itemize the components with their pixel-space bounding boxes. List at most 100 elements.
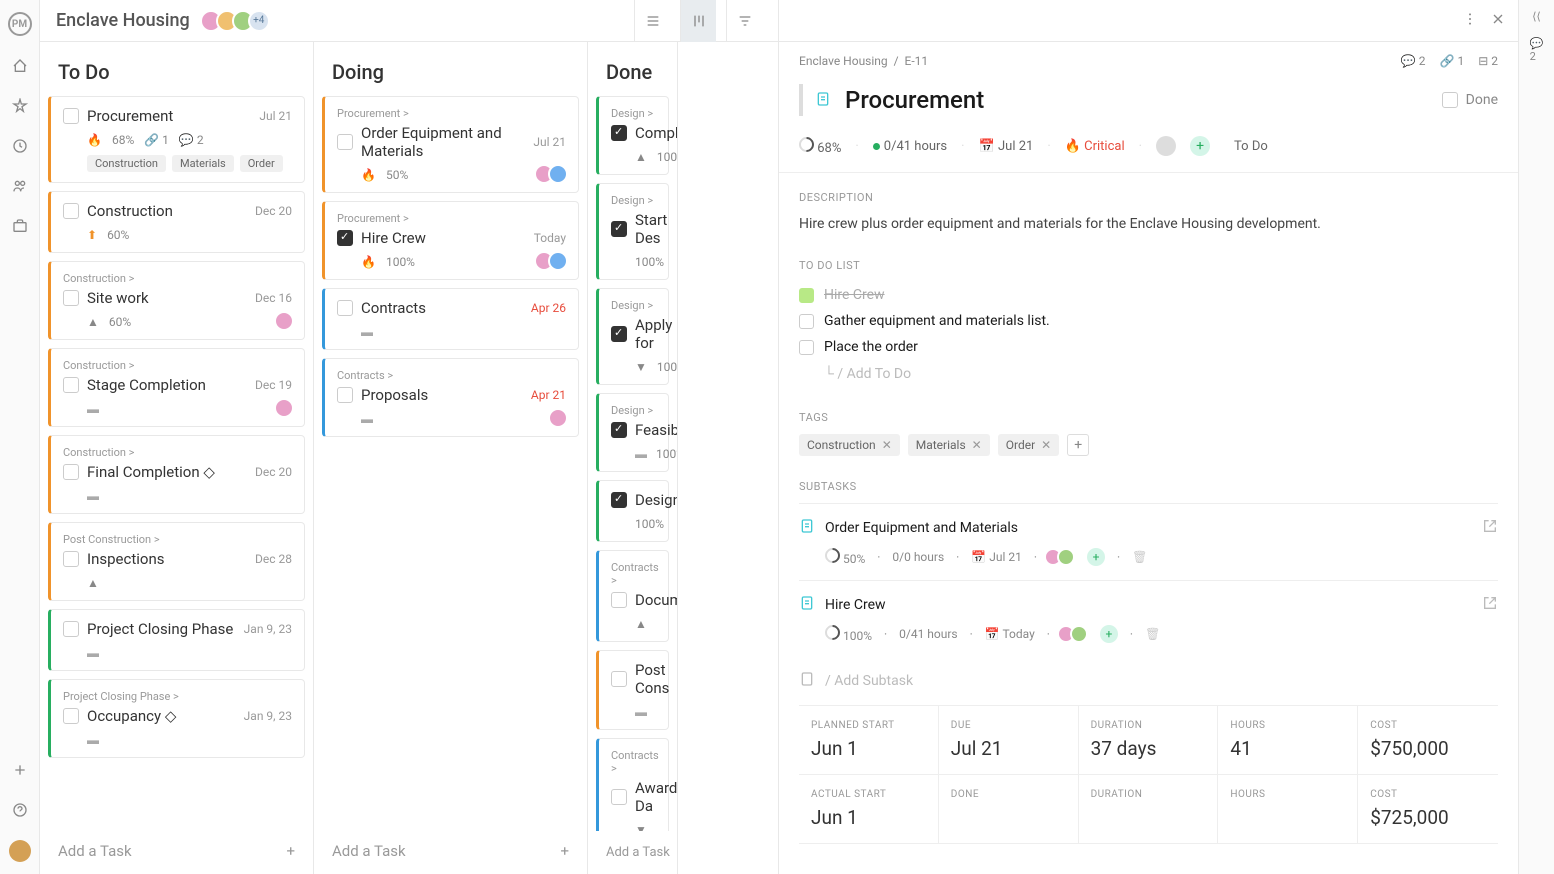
task-card[interactable]: Contracts >ProposalsApr 21▬: [322, 358, 579, 437]
tag-chip[interactable]: Materials✕: [908, 434, 990, 456]
user-avatar[interactable]: [9, 840, 31, 862]
parent-link[interactable]: Construction >: [63, 446, 292, 459]
comments-icon[interactable]: 💬2: [1530, 37, 1544, 63]
task-checkbox[interactable]: [63, 551, 79, 567]
task-checkbox[interactable]: [611, 326, 627, 342]
description-text[interactable]: Hire crew plus order equipment and mater…: [799, 214, 1498, 235]
task-card[interactable]: Design >Complete▲100%: [596, 96, 669, 175]
task-checkbox[interactable]: [63, 377, 79, 393]
parent-link[interactable]: Design >: [611, 107, 656, 120]
comments-count[interactable]: 💬 2: [1401, 54, 1426, 68]
task-checkbox[interactable]: [63, 464, 79, 480]
add-tag-button[interactable]: +: [1067, 434, 1089, 456]
plus-icon[interactable]: [10, 760, 30, 780]
parent-link[interactable]: Design >: [611, 299, 656, 312]
task-card[interactable]: ProcurementJul 21🔥68%🔗 1💬 2ConstructionM…: [48, 96, 305, 183]
open-subtask-icon[interactable]: [1482, 595, 1498, 615]
parent-link[interactable]: Procurement >: [337, 107, 566, 120]
stat-cell[interactable]: Cost$725,000: [1358, 775, 1498, 844]
task-card[interactable]: Project Closing Phase >Occupancy ◇Jan 9,…: [48, 679, 305, 758]
task-card[interactable]: ContractsApr 26▬: [322, 288, 579, 350]
task-checkbox[interactable]: [337, 230, 353, 246]
progress-pct[interactable]: 68%: [799, 137, 841, 156]
task-checkbox[interactable]: [337, 387, 353, 403]
subtasks-count[interactable]: ⊟ 2: [1478, 54, 1498, 68]
hours[interactable]: 0/41 hours: [873, 139, 947, 154]
task-checkbox[interactable]: [63, 290, 79, 306]
parent-link[interactable]: Contracts >: [611, 749, 656, 775]
stat-cell[interactable]: Duration: [1079, 775, 1219, 844]
task-checkbox[interactable]: [611, 671, 627, 687]
parent-link[interactable]: Construction >: [63, 272, 292, 285]
task-checkbox[interactable]: [63, 203, 79, 219]
task-card[interactable]: Design >Start Des100%: [596, 183, 669, 280]
home-icon[interactable]: [10, 56, 30, 76]
todo-item[interactable]: Place the order: [799, 334, 1498, 360]
task-checkbox[interactable]: [63, 708, 79, 724]
due-date[interactable]: 📅 Jul 21: [979, 139, 1034, 154]
tag[interactable]: Construction: [87, 155, 166, 172]
done-checkbox[interactable]: Done: [1442, 92, 1498, 108]
breadcrumb[interactable]: Enclave Housing / E-11: [799, 54, 928, 68]
task-checkbox[interactable]: [611, 422, 627, 438]
add-subtask-button[interactable]: / Add Subtask: [799, 657, 1498, 705]
stat-cell[interactable]: Cost$750,000: [1358, 706, 1498, 775]
team-icon[interactable]: [10, 176, 30, 196]
collapse-icon[interactable]: ⟨⟨: [1532, 10, 1541, 23]
delete-subtask-icon[interactable]: 🗑: [1132, 550, 1147, 564]
add-assignee-button[interactable]: +: [1087, 548, 1105, 566]
parent-link[interactable]: Construction >: [63, 359, 292, 372]
open-subtask-icon[interactable]: [1482, 518, 1498, 538]
stat-cell[interactable]: Planned StartJun 1: [799, 706, 939, 775]
assignee-avatar[interactable]: [274, 398, 294, 418]
task-checkbox[interactable]: [63, 108, 79, 124]
clock-icon[interactable]: [10, 136, 30, 156]
assignee-avatar[interactable]: [548, 251, 568, 271]
attachments-count[interactable]: 🔗 1: [1440, 54, 1465, 68]
activity-icon[interactable]: [10, 96, 30, 116]
todo-item[interactable]: Gather equipment and materials list.: [799, 308, 1498, 334]
task-checkbox[interactable]: [611, 592, 627, 608]
list-view-button[interactable]: [634, 0, 670, 42]
stat-cell[interactable]: Hours: [1218, 775, 1358, 844]
project-members[interactable]: +4: [206, 10, 270, 32]
stat-cell[interactable]: Hours41: [1218, 706, 1358, 775]
task-card[interactable]: Construction >Final Completion ◇Dec 20▬: [48, 435, 305, 514]
task-card[interactable]: Post Cons▬: [596, 650, 669, 730]
tag-chip[interactable]: Order✕: [998, 434, 1059, 456]
task-card[interactable]: Procurement >Order Equipment and Materia…: [322, 96, 579, 193]
assignee-avatar[interactable]: [1070, 625, 1088, 643]
parent-link[interactable]: Post Construction >: [63, 533, 292, 546]
parent-link[interactable]: Contracts >: [611, 561, 656, 587]
todo-item[interactable]: Hire Crew: [799, 282, 1498, 308]
more-icon[interactable]: [1462, 11, 1478, 31]
task-checkbox[interactable]: [611, 125, 627, 141]
stat-cell[interactable]: Duration37 days: [1079, 706, 1219, 775]
tag[interactable]: Materials: [172, 155, 234, 172]
add-assignee-button[interactable]: +: [1100, 625, 1118, 643]
todo-checkbox[interactable]: [799, 288, 814, 303]
parent-link[interactable]: Project Closing Phase >: [63, 690, 292, 703]
filter-view-button[interactable]: [726, 0, 762, 42]
add-task-button[interactable]: Add a Task+: [40, 828, 313, 874]
parent-link[interactable]: Procurement >: [337, 212, 566, 225]
remove-tag-icon[interactable]: ✕: [1041, 438, 1051, 452]
task-checkbox[interactable]: [337, 300, 353, 316]
delete-subtask-icon[interactable]: 🗑: [1145, 627, 1160, 641]
task-card[interactable]: Post Construction >InspectionsDec 28▲: [48, 522, 305, 601]
stat-cell[interactable]: Done: [939, 775, 1079, 844]
task-checkbox[interactable]: [611, 492, 627, 508]
todo-checkbox[interactable]: [799, 340, 814, 355]
subtask-item[interactable]: Order Equipment and Materials 50%· 0/0 h…: [799, 503, 1498, 580]
assignee-avatar[interactable]: [548, 164, 568, 184]
briefcase-icon[interactable]: [10, 216, 30, 236]
add-task-button[interactable]: Add a Task: [588, 831, 677, 874]
remove-tag-icon[interactable]: ✕: [882, 438, 892, 452]
task-card[interactable]: Design100%: [596, 480, 669, 542]
priority[interactable]: 🔥 Critical: [1065, 139, 1125, 154]
parent-link[interactable]: Design >: [611, 194, 656, 207]
subtask-item[interactable]: Hire Crew 100%· 0/41 hours· 📅 Today· + ·…: [799, 580, 1498, 657]
task-card[interactable]: Design >Feasibility▬100%: [596, 393, 669, 472]
task-card[interactable]: Design >Apply for▼100%: [596, 288, 669, 385]
todo-checkbox[interactable]: [799, 314, 814, 329]
